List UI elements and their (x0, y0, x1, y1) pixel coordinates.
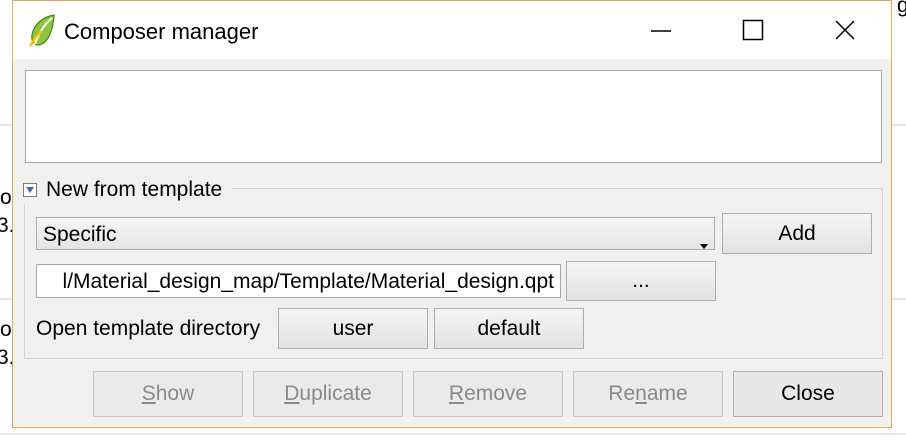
close-button-label: Close (781, 382, 835, 405)
background-text: o (0, 318, 12, 341)
qgis-icon (28, 14, 58, 48)
minimize-button[interactable] (615, 1, 707, 59)
template-directory-label: Open template directory (36, 317, 261, 340)
title-bar[interactable]: Composer manager (13, 1, 891, 59)
maximize-button[interactable] (707, 1, 799, 59)
template-path-field[interactable]: l/Material_design_map/Template/Material_… (36, 264, 561, 298)
duplicate-button[interactable]: Duplicate (253, 371, 403, 417)
close-button[interactable]: Close (733, 371, 883, 417)
remove-button[interactable]: Remove (413, 371, 563, 417)
template-group-label: New from template (46, 178, 223, 201)
close-icon (835, 20, 855, 40)
maximize-icon (742, 19, 764, 41)
user-directory-button[interactable]: user (278, 308, 428, 349)
show-button-label: Show (141, 382, 195, 405)
background-divider (0, 433, 906, 435)
duplicate-button-label: Duplicate (284, 382, 372, 405)
window-title: Composer manager (64, 19, 259, 44)
add-button[interactable]: Add (722, 213, 872, 254)
background-divider (892, 124, 906, 126)
add-button-label: Add (778, 221, 816, 245)
browse-button-label: ... (632, 269, 650, 292)
default-button-label: default (477, 316, 541, 340)
remove-button-label: Remove (448, 382, 528, 405)
background-divider (0, 298, 12, 300)
background-text: o (0, 186, 12, 209)
minimize-icon (651, 30, 671, 32)
background-divider (0, 124, 12, 126)
show-button[interactable]: Show (93, 371, 243, 417)
template-group-header[interactable]: New from template (23, 176, 233, 204)
close-window-button[interactable] (799, 1, 891, 59)
composer-list[interactable] (25, 70, 882, 163)
default-directory-button[interactable]: default (434, 308, 584, 349)
user-button-label: user (332, 316, 374, 340)
collapse-arrow-icon[interactable] (23, 183, 37, 197)
composer-manager-dialog: Composer manager New from template Speci… (12, 0, 892, 428)
template-type-select[interactable]: Specific (36, 217, 715, 250)
rename-button-label: Rename (608, 382, 688, 405)
rename-button[interactable]: Rename (573, 371, 723, 417)
browse-button[interactable]: ... (566, 261, 716, 301)
template-path-value: l/Material_design_map/Template/Material_… (62, 270, 554, 293)
chevron-down-icon (700, 231, 708, 255)
template-type-value: Specific (43, 223, 117, 246)
background-text: g (897, 0, 906, 17)
background-divider (892, 298, 906, 300)
